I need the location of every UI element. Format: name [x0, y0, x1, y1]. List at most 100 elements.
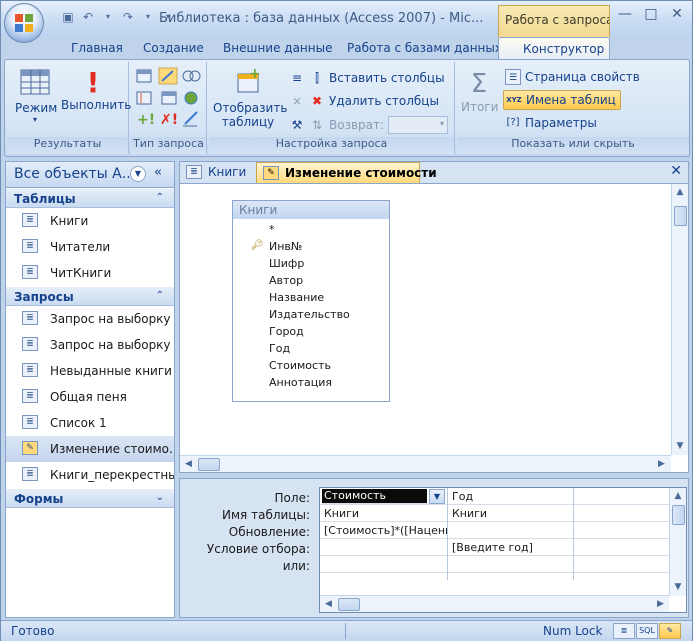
builder-icon[interactable]: ⚒ — [289, 117, 305, 133]
collapse-icon: ⌃ — [155, 290, 164, 301]
collapse-pane-icon[interactable]: « — [154, 165, 162, 180]
nav-item-query-selected[interactable]: ✎ Изменение стоимо... — [6, 436, 174, 462]
field-item[interactable]: Год — [233, 342, 389, 359]
insert-rows-icon[interactable]: ≡ — [289, 70, 305, 86]
update-to-cell[interactable] — [448, 522, 573, 539]
chevron-down-icon[interactable]: ▼ — [130, 166, 146, 182]
nav-item-table[interactable]: ≣ Читатели — [6, 234, 174, 260]
chevron-down-icon: ▾ — [440, 119, 445, 128]
nav-item-query[interactable]: ≣ Книги_перекрестный — [6, 462, 174, 488]
totals-button[interactable]: Σ Итоги — [461, 68, 498, 114]
criteria-cell[interactable]: [Введите год] — [448, 539, 573, 556]
field-list-books[interactable]: Книги * 🔑︎ Инв№ Шифр Автор Название Издат… — [232, 200, 390, 402]
tab-home[interactable]: Главная — [59, 37, 139, 59]
nav-item-query[interactable]: ≣ Список 1 — [6, 410, 174, 436]
parameters-button[interactable]: [?] Параметры — [505, 115, 596, 131]
horizontal-scrollbar[interactable]: ◀ ▶ — [180, 455, 671, 472]
field-item[interactable]: Название — [233, 291, 389, 308]
scroll-thumb[interactable] — [672, 505, 685, 525]
table-names-button[interactable]: XYZ Имена таблиц — [503, 90, 621, 110]
criteria-cell[interactable] — [574, 539, 670, 556]
design-view-icon[interactable]: ✎ — [659, 623, 681, 639]
scroll-right-icon[interactable]: ▶ — [652, 596, 669, 613]
maximize-icon[interactable]: □ — [638, 5, 664, 25]
undo-icon[interactable]: ↶ — [79, 8, 97, 26]
update-to-cell[interactable]: [Стоимость]*([Наценк — [320, 522, 447, 539]
scroll-down-icon[interactable]: ▼ — [670, 579, 686, 596]
close-icon[interactable]: ✕ — [664, 5, 690, 25]
field-item[interactable]: * — [233, 223, 389, 240]
show-table-button[interactable]: + Отобразить таблицу — [213, 66, 287, 129]
show-table-icon: + — [237, 66, 261, 93]
save-icon[interactable]: ▣ — [59, 8, 77, 26]
delete-rows-icon[interactable]: ⨯ — [289, 93, 305, 109]
query-type-icons: +! ✗! — [136, 67, 201, 128]
nav-item-query[interactable]: ≣ Невыданные книги — [6, 358, 174, 384]
tab-database-tools[interactable]: Работа с базами данных — [335, 37, 502, 59]
section-queries[interactable]: Запросы ⌃ — [6, 286, 174, 306]
vertical-scrollbar[interactable]: ▲ ▼ — [671, 184, 688, 455]
datasheet-view-icon — [20, 69, 50, 95]
update-to-cell[interactable] — [574, 522, 670, 539]
field-item[interactable]: Стоимость — [233, 359, 389, 376]
criteria-cell[interactable] — [320, 539, 447, 556]
chevron-down-icon[interactable]: ▾ — [99, 8, 117, 26]
field-item-key[interactable]: 🔑︎ Инв№ — [233, 240, 389, 257]
field-list: * 🔑︎ Инв№ Шифр Автор Название Издательств… — [233, 219, 389, 393]
design-grid: Стоимость ▼ Книги [Стоимость]*([Наценк Г… — [319, 487, 687, 613]
close-icon[interactable]: ✕ — [670, 163, 682, 179]
table-cell[interactable]: Книги — [320, 505, 447, 522]
field-item[interactable]: Издательство — [233, 308, 389, 325]
tab-design[interactable]: Конструктор — [498, 37, 610, 59]
office-button[interactable] — [4, 3, 44, 43]
scroll-right-icon[interactable]: ▶ — [653, 456, 670, 473]
field-cell[interactable]: Стоимость ▼ — [320, 488, 447, 505]
chevron-down-icon[interactable]: ▾ — [139, 8, 157, 26]
nav-item-query[interactable]: ≣ Запрос на выборку 2 — [6, 332, 174, 358]
field-item[interactable]: Шифр — [233, 257, 389, 274]
nav-header[interactable]: Все объекты А... ▼ « — [6, 162, 174, 188]
doc-tab-books[interactable]: ≣ Книги — [180, 162, 256, 184]
section-tables[interactable]: Таблицы ⌃ — [6, 188, 174, 208]
scroll-up-icon[interactable]: ▲ — [670, 488, 686, 505]
scroll-thumb[interactable] — [338, 598, 360, 611]
run-button[interactable]: ! Выполнить — [61, 68, 131, 113]
scroll-thumb[interactable] — [674, 206, 687, 226]
field-cell[interactable] — [574, 488, 670, 505]
field-item[interactable]: Аннотация — [233, 376, 389, 393]
redo-icon[interactable]: ↷ — [119, 8, 137, 26]
nav-item-query[interactable]: ≣ Запрос на выборку — [6, 306, 174, 332]
scroll-left-icon[interactable]: ◀ — [180, 456, 197, 473]
or-cell[interactable] — [320, 556, 447, 573]
delete-columns-button[interactable]: ⨯ ✖ Удалить столбцы — [289, 93, 439, 109]
section-forms[interactable]: Формы ⌄ — [6, 488, 174, 508]
property-sheet-button[interactable]: ☰ Страница свойств — [505, 69, 640, 85]
nav-item-table[interactable]: ≣ ЧитКниги — [6, 260, 174, 286]
scroll-left-icon[interactable]: ◀ — [320, 596, 337, 613]
nav-item-query[interactable]: ≣ Общая пеня — [6, 384, 174, 410]
grid-vertical-scrollbar[interactable]: ▲ ▼ — [669, 488, 686, 596]
mode-button[interactable]: Режим ▾ — [15, 68, 57, 124]
return-dropdown[interactable]: ▾ — [388, 116, 449, 134]
table-cell[interactable]: Книги — [448, 505, 573, 522]
field-item[interactable]: Автор — [233, 274, 389, 291]
doc-tab-update-query[interactable]: ✎ Изменение стоимости — [256, 162, 437, 184]
insert-columns-button[interactable]: ≡ ⫿ Вставить столбцы — [289, 70, 445, 86]
field-cell[interactable]: Год — [448, 488, 573, 505]
scroll-down-icon[interactable]: ▼ — [672, 438, 688, 455]
sql-view-button[interactable]: SQL — [636, 623, 658, 639]
scroll-up-icon[interactable]: ▲ — [672, 184, 688, 201]
minimize-icon[interactable]: — — [612, 5, 638, 25]
or-cell[interactable] — [448, 556, 573, 573]
chevron-down-icon[interactable]: ▼ — [429, 489, 445, 504]
tab-external-data[interactable]: Внешние данные — [211, 37, 332, 59]
scroll-thumb[interactable] — [198, 458, 220, 471]
office-logo-icon — [15, 14, 33, 32]
grid-horizontal-scrollbar[interactable]: ◀ ▶ — [320, 595, 669, 612]
or-cell[interactable] — [574, 556, 670, 573]
datasheet-view-icon[interactable]: ≣ — [613, 623, 635, 639]
tab-create[interactable]: Создание — [131, 37, 211, 59]
field-item[interactable]: Город — [233, 325, 389, 342]
nav-item-table[interactable]: ≣ Книги — [6, 208, 174, 234]
table-cell[interactable] — [574, 505, 670, 522]
